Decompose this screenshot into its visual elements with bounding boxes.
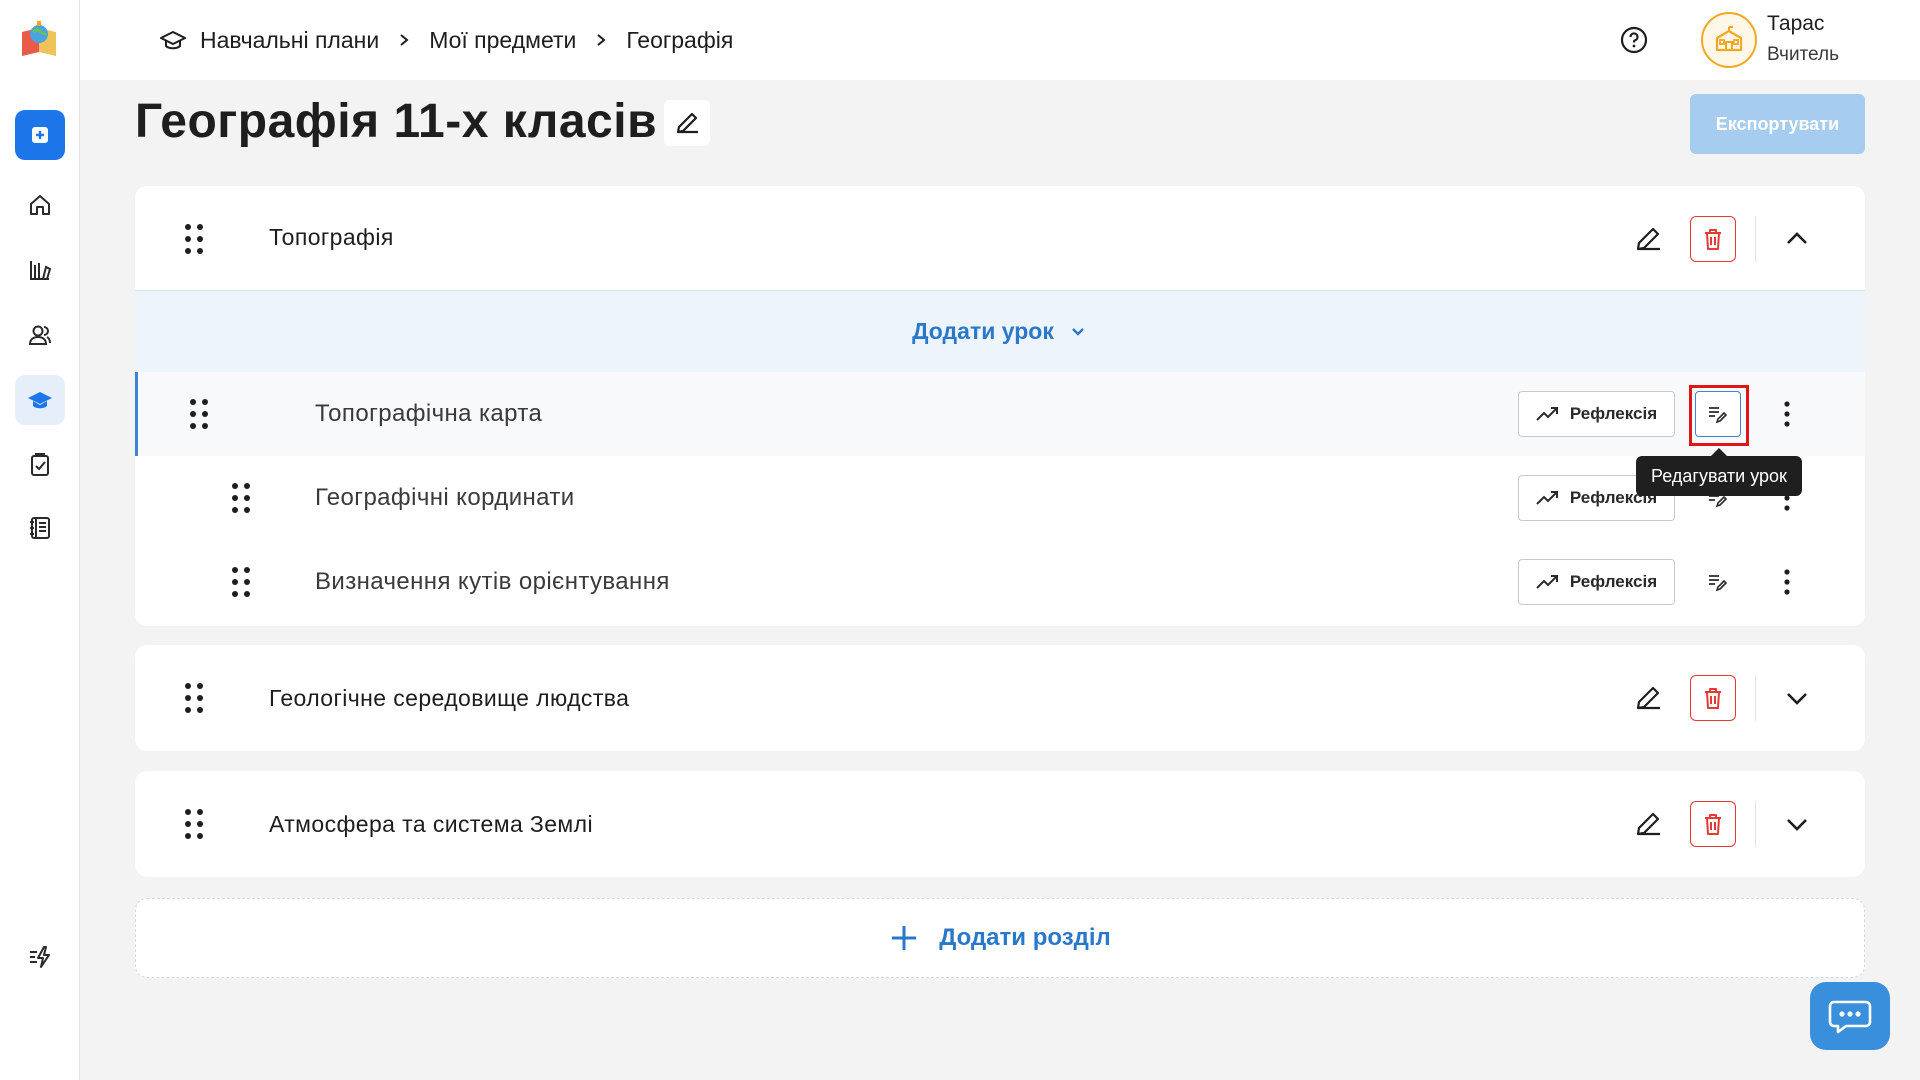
add-section-label: Додати розділ [939,924,1111,951]
edit-section-button[interactable] [1625,801,1671,847]
flash-list-icon [30,946,50,968]
lesson-title: Визначення кутів орієнтування [315,568,670,595]
edit-lesson-button[interactable] [1695,559,1741,605]
collapse-section-button[interactable] [1774,216,1820,262]
user-name: Тарас [1767,12,1825,35]
drag-handle-icon[interactable] [183,808,205,840]
edit-section-button[interactable] [1625,216,1671,262]
reflection-label: Рефлексія [1569,404,1658,423]
users-icon [28,325,51,345]
breadcrumb-item-subjects[interactable]: Мої предмети [429,27,576,54]
breadcrumb-item-plans[interactable]: Навчальні плани [200,27,379,54]
sidebar-item-journal[interactable] [15,503,65,553]
sidebar-item-users[interactable] [15,310,65,360]
section-title: Атмосфера та система Землі [269,811,593,837]
chevron-up-icon [1787,232,1807,244]
expand-section-button[interactable] [1774,801,1820,847]
chat-bubble-icon [1828,1000,1872,1034]
chevron-right-icon [597,34,606,46]
school-icon [1715,26,1743,52]
chat-button[interactable] [1810,982,1890,1050]
drag-handle-icon[interactable] [183,682,205,714]
plus-icon [892,926,917,950]
sidebar-item-library[interactable] [15,245,65,295]
top-header: Навчальні плани Мої предмети Географія Т… [80,0,1920,80]
trash-icon [1705,688,1721,709]
pencil-icon [1636,686,1660,710]
expand-section-button[interactable] [1774,675,1820,721]
library-icon [30,261,52,280]
home-icon [30,195,50,215]
breadcrumb: Навчальні плани Мої предмети Географія [160,0,733,80]
edit-section-button[interactable] [1625,675,1671,721]
add-lesson-button[interactable]: Додати урок [135,290,1865,372]
delete-section-button[interactable] [1690,216,1736,262]
app-logo[interactable] [18,18,60,60]
pencil-icon [676,112,698,134]
export-button[interactable]: Експортувати [1690,94,1865,154]
assignment-icon [31,453,49,476]
add-square-icon [32,127,48,143]
trending-up-icon [1536,407,1558,421]
focus-highlight [1689,385,1749,446]
sidebar-item-home[interactable] [15,180,65,230]
chevron-right-icon [400,34,409,46]
section-card[interactable]: Геологічне середовище людства [135,645,1865,751]
help-icon[interactable] [1618,24,1650,56]
lesson-title: Географічні кординати [315,484,575,511]
lesson-row[interactable]: Географічні кординати Рефлексія [135,456,1865,540]
section-card[interactable]: Атмосфера та система Землі [135,771,1865,877]
drag-handle-icon[interactable] [183,223,205,255]
drag-handle-icon[interactable] [230,482,252,514]
sidebar-add-button[interactable] [15,110,65,160]
reflection-label: Рефлексія [1569,572,1658,591]
pencil-icon [1636,812,1660,836]
graduation-cap-icon [28,392,52,409]
divider [1755,801,1756,847]
divider [1755,216,1756,262]
chevron-down-icon [1787,693,1807,705]
page-title: Географія 11-х класів [135,95,658,148]
drag-handle-icon[interactable] [230,566,252,598]
tooltip: Редагувати урок [1636,448,1802,496]
divider [1755,675,1756,721]
trending-up-icon [1536,491,1558,505]
delete-section-button[interactable] [1690,675,1736,721]
breadcrumb-item-current: Географія [626,26,734,53]
lesson-title: Топографічна карта [315,400,543,427]
add-lesson-label: Додати урок [912,318,1054,344]
drag-handle-icon[interactable] [188,398,210,430]
add-section-button[interactable]: Додати розділ [135,898,1865,978]
reflection-button[interactable]: Рефлексія [1518,391,1675,437]
section-title: Топографія [269,224,394,250]
journal-icon [30,517,50,539]
sidebar-item-assignments[interactable] [15,440,65,490]
edit-title-button[interactable] [664,100,710,146]
sidebar-item-curriculum[interactable] [15,375,65,425]
lesson-row[interactable]: Визначення кутів орієнтування Рефлексія [135,540,1865,624]
more-options-icon[interactable] [1777,398,1797,430]
chevron-down-icon [1787,819,1807,831]
chevron-down-icon [1071,327,1084,336]
pencil-icon [1636,227,1660,251]
trash-icon [1705,814,1721,835]
user-role: Вчитель [1767,44,1839,65]
more-options-icon[interactable] [1777,566,1797,598]
delete-section-button[interactable] [1690,801,1736,847]
avatar[interactable] [1701,12,1757,68]
section-title: Геологічне середовище людства [269,685,630,711]
graduation-cap-icon [160,31,186,50]
reflection-button[interactable]: Рефлексія [1518,559,1675,605]
trash-icon [1705,229,1721,250]
sidebar-item-quick-actions[interactable] [15,932,65,982]
trending-up-icon [1536,575,1558,589]
lesson-row[interactable]: Топографічна карта Рефлексія [135,372,1865,456]
edit-notes-icon [1709,575,1728,592]
sidebar [0,0,80,1080]
